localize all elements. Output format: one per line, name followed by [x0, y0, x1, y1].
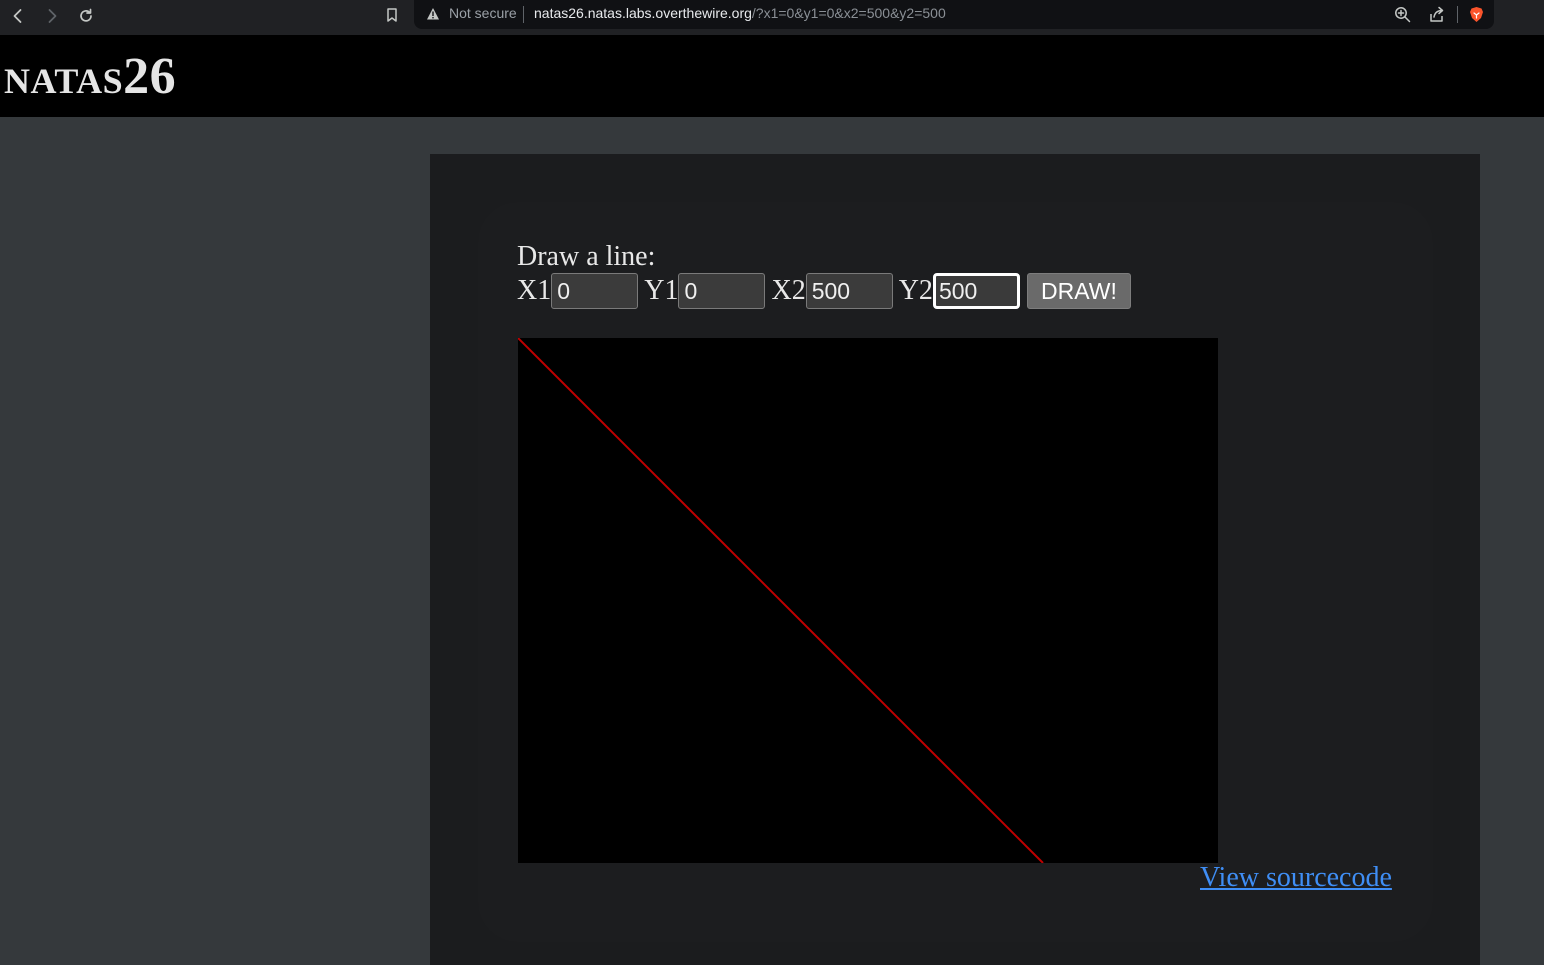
share-icon: [1429, 6, 1443, 22]
drawing-canvas: [518, 338, 1218, 863]
x1-input[interactable]: [551, 273, 639, 309]
browser-toolbar: Not secure natas26.natas.labs.overthewir…: [0, 0, 1544, 35]
url-divider: [523, 6, 524, 23]
url-separator: [1457, 6, 1458, 23]
draw-button[interactable]: DRAW!: [1026, 273, 1131, 309]
url-host: natas26.natas.labs.overthewire.org: [534, 5, 752, 21]
url-query: /?x1=0&y1=0&x2=500&y2=500: [751, 5, 946, 21]
y2-label: Y2: [898, 275, 933, 306]
reload-button[interactable]: [74, 4, 98, 28]
draw-heading: Draw a line:: [517, 241, 656, 272]
y1-label: Y1: [644, 275, 679, 306]
page-title: natas26: [4, 48, 177, 105]
back-button[interactable]: [6, 4, 30, 28]
view-sourcecode-link[interactable]: View sourcecode: [1200, 860, 1392, 896]
x2-input[interactable]: [805, 273, 893, 309]
zoom-button[interactable]: [1392, 4, 1412, 24]
forward-button[interactable]: [40, 4, 64, 28]
bookmark-button[interactable]: [381, 4, 403, 26]
y2-input[interactable]: [932, 273, 1020, 309]
drawn-line: [518, 338, 1044, 863]
y1-input[interactable]: [678, 273, 766, 309]
brave-shields-button[interactable]: [1466, 4, 1486, 24]
chevron-right-icon: [48, 9, 57, 23]
content-panel: Draw a line: X1 Y1 X2 Y2 DRAW! View sour…: [430, 154, 1480, 965]
site-header: natas26: [0, 35, 1544, 117]
brave-lion-icon: [1469, 6, 1483, 22]
draw-form: X1 Y1 X2 Y2 DRAW!: [517, 273, 1131, 309]
warning-triangle-icon: [427, 8, 439, 20]
zoom-in-icon: [1394, 6, 1410, 22]
chevron-left-icon: [13, 9, 22, 23]
bookmark-icon: [387, 8, 397, 22]
security-label: Not secure: [449, 5, 517, 21]
drawing-svg: [518, 338, 1044, 863]
reload-icon: [80, 8, 92, 22]
x1-label: X1: [517, 275, 552, 306]
url-text[interactable]: natas26.natas.labs.overthewire.org/?x1=0…: [534, 5, 946, 21]
x2-label: X2: [771, 275, 806, 306]
share-button[interactable]: [1426, 4, 1446, 24]
address-bar[interactable]: Not secure natas26.natas.labs.overthewir…: [414, 0, 1494, 29]
